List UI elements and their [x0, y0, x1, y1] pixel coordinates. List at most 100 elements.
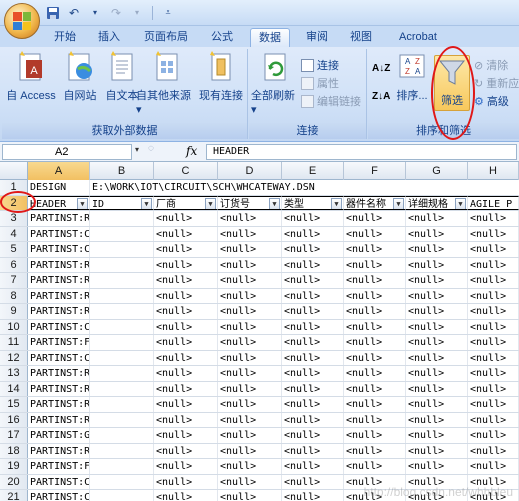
table-cell[interactable]: <null> [344, 273, 406, 288]
header-cell[interactable]: HEADER ▼ [28, 195, 90, 210]
tab-page-layout[interactable]: 页面布局 [138, 28, 194, 47]
dropdown-arrow-icon[interactable]: ▾ [86, 4, 104, 21]
table-cell[interactable]: <null> [406, 459, 468, 474]
sort-button[interactable]: AZZA 排序... [394, 51, 430, 103]
table-cell[interactable]: <null> [282, 428, 344, 443]
filter-dropdown-icon[interactable]: ▼ [77, 197, 88, 210]
row-header[interactable]: 9 [0, 304, 28, 319]
table-cell[interactable] [90, 350, 154, 365]
table-cell[interactable]: <null> [344, 304, 406, 319]
table-cell[interactable] [90, 366, 154, 381]
table-cell[interactable]: <null> [406, 397, 468, 412]
table-cell[interactable]: <null> [154, 319, 218, 334]
tab-formulas[interactable]: 公式 [205, 28, 239, 47]
table-cell[interactable]: <null> [406, 288, 468, 303]
table-cell[interactable]: PARTINST:C96 [28, 474, 90, 489]
header-cell[interactable]: 类型 ▼ [282, 195, 344, 210]
table-cell[interactable]: <null> [218, 335, 282, 350]
table-cell[interactable]: <null> [282, 273, 344, 288]
table-cell[interactable]: <null> [282, 366, 344, 381]
tab-insert[interactable]: 插入 [92, 28, 126, 47]
table-cell[interactable] [90, 428, 154, 443]
table-cell[interactable]: PARTINST:R108 [28, 304, 90, 319]
tab-review[interactable]: 审阅 [300, 28, 334, 47]
table-cell[interactable]: <null> [406, 257, 468, 272]
table-cell[interactable] [90, 381, 154, 396]
table-cell[interactable]: <null> [154, 288, 218, 303]
table-cell[interactable]: <null> [468, 397, 519, 412]
from-other-sources-button[interactable]: 自其他来源 ▾ [136, 51, 198, 116]
table-cell[interactable] [90, 412, 154, 427]
table-cell[interactable]: <null> [468, 335, 519, 350]
header-cell[interactable]: 详细规格 ▼ [406, 195, 468, 210]
table-cell[interactable]: PARTINST:F8 [28, 335, 90, 350]
table-cell[interactable]: <null> [406, 242, 468, 257]
refresh-all-button[interactable]: 全部刷新 ▾ [251, 51, 299, 116]
table-cell[interactable]: <null> [344, 443, 406, 458]
row-header[interactable]: 21 [0, 490, 28, 501]
office-button[interactable] [4, 3, 40, 39]
table-cell[interactable]: <null> [468, 242, 519, 257]
table-cell[interactable]: <null> [282, 350, 344, 365]
table-cell[interactable]: <null> [406, 381, 468, 396]
table-cell[interactable]: <null> [218, 459, 282, 474]
table-cell[interactable]: PARTINST:G6 [28, 428, 90, 443]
table-cell[interactable]: <null> [218, 412, 282, 427]
filter-dropdown-icon[interactable]: ▼ [455, 197, 466, 210]
table-cell[interactable]: <null> [406, 304, 468, 319]
table-cell[interactable]: <null> [468, 412, 519, 427]
table-cell[interactable]: <null> [406, 273, 468, 288]
table-cell[interactable]: <null> [282, 319, 344, 334]
row-header[interactable]: 15 [0, 397, 28, 412]
table-cell[interactable]: <null> [218, 397, 282, 412]
table-cell[interactable]: PARTINST:C101 [28, 490, 90, 501]
table-cell[interactable]: PARTINST:R119 [28, 397, 90, 412]
tab-home[interactable]: 开始 [48, 28, 82, 47]
save-icon[interactable] [44, 4, 62, 21]
name-box[interactable]: A2 [2, 144, 132, 160]
table-cell[interactable]: PARTINST:F7 [28, 459, 90, 474]
table-cell[interactable] [90, 304, 154, 319]
column-header-d[interactable]: D [218, 162, 282, 180]
table-cell[interactable]: <null> [406, 428, 468, 443]
table-cell[interactable]: <null> [218, 257, 282, 272]
table-cell[interactable]: PARTINST:C91 [28, 319, 90, 334]
table-cell[interactable]: <null> [344, 226, 406, 241]
table-cell[interactable]: PARTINST:C94 [28, 350, 90, 365]
table-cell[interactable]: <null> [218, 226, 282, 241]
formula-bar-handle-icon[interactable]: ◌ [148, 143, 154, 154]
table-cell[interactable] [90, 319, 154, 334]
table-cell[interactable]: <null> [344, 242, 406, 257]
tab-acrobat[interactable]: Acrobat [390, 28, 446, 47]
table-cell[interactable]: <null> [406, 226, 468, 241]
header-cell[interactable]: 厂商 ▼ [154, 195, 218, 210]
table-cell[interactable]: <null> [468, 211, 519, 226]
table-cell[interactable]: PARTINST:R128 [28, 381, 90, 396]
filter-dropdown-icon[interactable]: ▼ [205, 197, 216, 210]
table-cell[interactable]: <null> [406, 366, 468, 381]
table-cell[interactable]: <null> [154, 335, 218, 350]
column-header-c[interactable]: C [154, 162, 218, 180]
row-header[interactable]: 8 [0, 288, 28, 303]
table-cell[interactable]: <null> [468, 273, 519, 288]
table-cell[interactable]: <null> [154, 381, 218, 396]
table-cell[interactable]: <null> [468, 319, 519, 334]
table-cell[interactable]: PARTINST:R120 [28, 288, 90, 303]
table-cell[interactable]: <null> [468, 350, 519, 365]
table-cell[interactable]: <null> [344, 257, 406, 272]
table-cell[interactable] [90, 459, 154, 474]
row-header[interactable]: 16 [0, 412, 28, 427]
properties-button[interactable]: 属性 [301, 75, 339, 91]
table-cell[interactable]: PARTINST:R117 [28, 257, 90, 272]
column-header-a[interactable]: A [28, 162, 90, 180]
from-web-button[interactable]: 自网站 [60, 51, 100, 103]
table-cell[interactable]: <null> [282, 490, 344, 501]
table-cell[interactable] [90, 211, 154, 226]
cell-b1[interactable]: E:\WORK\IOT\CIRCUIT\SCH\WHCATEWAY.DSN [90, 180, 390, 195]
table-cell[interactable]: <null> [468, 226, 519, 241]
table-cell[interactable]: <null> [468, 257, 519, 272]
table-cell[interactable]: <null> [344, 288, 406, 303]
table-cell[interactable]: <null> [406, 319, 468, 334]
table-cell[interactable]: <null> [154, 366, 218, 381]
row-header[interactable]: 17 [0, 428, 28, 443]
